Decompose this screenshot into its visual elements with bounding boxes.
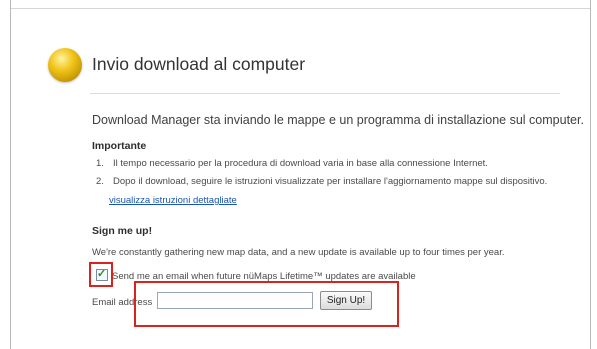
important-heading: Importante (92, 140, 147, 152)
window-right-border (590, 0, 591, 349)
email-signup-highlight-box (134, 281, 399, 327)
step-text: Il tempo necessario per la procedura di … (113, 158, 488, 169)
checkbox-highlight-box (89, 262, 113, 287)
step-number: 1. (96, 158, 104, 169)
step-number: 2. (96, 176, 104, 187)
signup-description: We're constantly gathering new map data,… (92, 247, 505, 258)
download-intro-text: Download Manager sta inviando le mappe e… (92, 113, 584, 127)
page-title: Invio download al computer (92, 54, 306, 74)
window-left-border (10, 0, 11, 349)
step-text: Dopo il download, seguire le istruzioni … (113, 176, 548, 187)
status-orb-icon (48, 48, 82, 82)
window-top-border (10, 8, 591, 9)
detailed-instructions-link[interactable]: visualizza istruzioni dettagliate (109, 195, 237, 206)
signup-heading: Sign me up! (92, 225, 153, 237)
title-divider (90, 93, 560, 94)
